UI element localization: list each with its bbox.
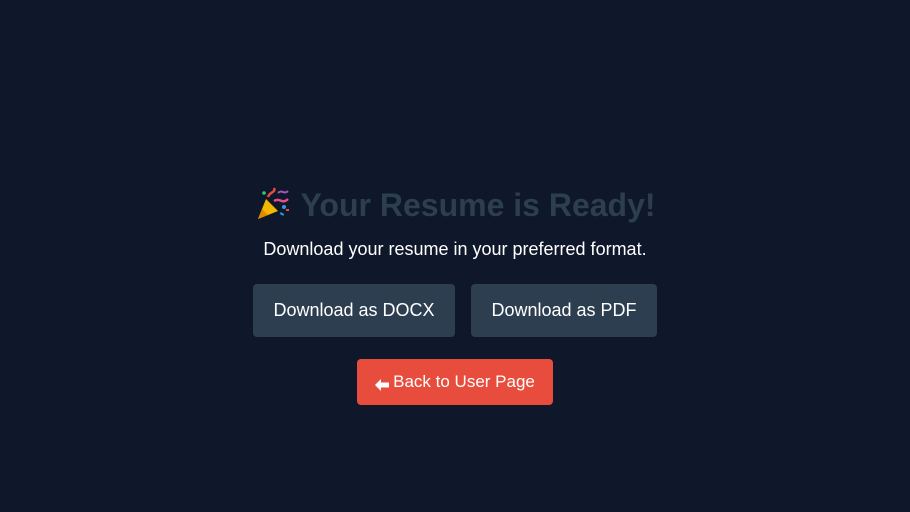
title-text: Your Resume is Ready! xyxy=(300,186,656,223)
page: Your Resume is Ready! Download your resu… xyxy=(0,0,910,512)
download-pdf-label: Download as PDF xyxy=(491,300,637,320)
back-label: Back to User Page xyxy=(393,372,535,391)
page-title: Your Resume is Ready! xyxy=(0,183,910,227)
left-arrow-icon xyxy=(375,376,390,391)
download-pdf-button[interactable]: Download as PDF xyxy=(471,284,657,337)
subtitle: Download your resume in your preferred f… xyxy=(263,239,647,259)
download-docx-button[interactable]: Download as DOCX xyxy=(253,284,455,337)
party-popper-icon xyxy=(254,185,292,223)
back-to-user-page-button[interactable]: Back to User Page xyxy=(357,359,553,405)
download-docx-label: Download as DOCX xyxy=(273,300,435,320)
